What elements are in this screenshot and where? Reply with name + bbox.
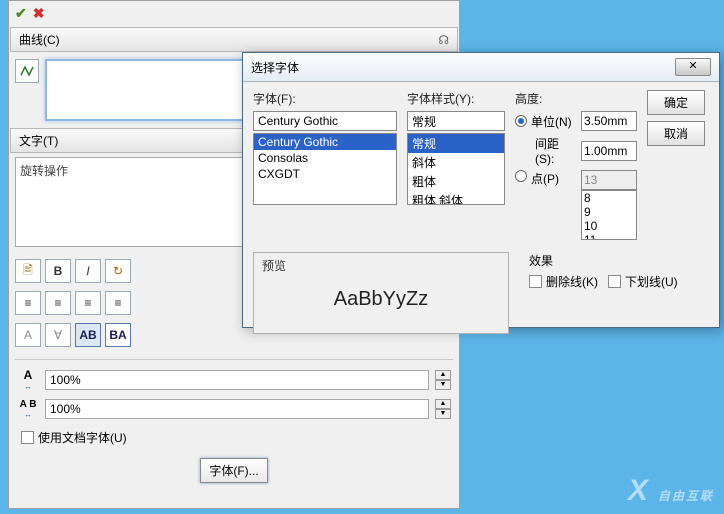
use-doc-font-row[interactable]: 使用文档字体(U) — [9, 423, 459, 452]
effects-label: 效果 — [529, 252, 709, 269]
points-listbox[interactable]: 8 9 10 11 — [581, 190, 637, 240]
list-item[interactable]: 粗体 — [408, 172, 504, 191]
points-radio[interactable] — [515, 170, 527, 182]
height-label: 高度: — [515, 90, 637, 107]
ok-icon[interactable]: ✔ — [15, 5, 27, 22]
style-button[interactable]: 🖹 — [15, 259, 41, 283]
list-item[interactable]: 11 — [582, 233, 636, 240]
style-label: 字体样式(Y): — [407, 90, 505, 107]
ab-mode-1-button[interactable]: AB — [75, 323, 101, 347]
strike-check-row[interactable]: 删除线(K) — [529, 273, 598, 290]
width-icon: A↔ — [17, 368, 39, 391]
list-item[interactable]: 常规 — [408, 134, 504, 153]
chevron-up-icon: ☊ — [438, 33, 449, 47]
font-listbox[interactable]: Century Gothic Consolas CXGDT — [253, 133, 397, 205]
list-item[interactable]: 9 — [582, 205, 636, 219]
list-item[interactable]: 8 — [582, 191, 636, 205]
points-radio-label: 点(P) — [531, 170, 577, 187]
curve-section-title: 曲线(C) — [19, 31, 60, 48]
preview-label: 预览 — [262, 257, 500, 274]
divider — [15, 359, 453, 360]
list-item[interactable]: CXGDT — [254, 166, 396, 182]
width-spinner[interactable]: ▲▼ — [435, 370, 451, 390]
unit-radio[interactable] — [515, 115, 527, 127]
spacing-percent-input[interactable] — [45, 399, 429, 419]
width-percent-row: A↔ ▲▼ — [9, 364, 459, 395]
font-input[interactable] — [253, 111, 397, 131]
underline-label: 下划线(U) — [625, 273, 678, 290]
spacing-input[interactable] — [581, 141, 637, 161]
dialog-titlebar[interactable]: 选择字体 ✕ — [243, 53, 719, 82]
dialog-title: 选择字体 — [251, 59, 299, 76]
confirm-bar: ✔ ✖ — [9, 1, 459, 26]
spacing-icon: A B↔ — [17, 399, 39, 419]
align-right-button[interactable]: ≡ — [75, 291, 101, 315]
flip-v-button[interactable]: A — [15, 323, 41, 347]
watermark: X 自由互联 — [628, 474, 714, 508]
close-button[interactable]: ✕ — [675, 58, 711, 76]
curve-tool-button[interactable] — [15, 59, 39, 83]
cancel-button[interactable]: 取消 — [647, 121, 705, 146]
bold-button[interactable]: B — [45, 259, 71, 283]
preview-sample: AaBbYyZz — [262, 288, 500, 311]
align-justify-button[interactable]: ≡ — [105, 291, 131, 315]
width-percent-input[interactable] — [45, 370, 429, 390]
align-center-button[interactable]: ≡ — [45, 291, 71, 315]
font-button[interactable]: 字体(F)... — [200, 458, 267, 483]
strike-checkbox[interactable] — [529, 275, 542, 288]
flip-h-button[interactable]: ∀ — [45, 323, 71, 347]
underline-check-row[interactable]: 下划线(U) — [608, 273, 678, 290]
rotate-button[interactable]: ↻ — [105, 259, 131, 283]
unit-radio-label: 单位(N) — [531, 113, 577, 130]
style-input[interactable] — [407, 111, 505, 131]
unit-input[interactable] — [581, 111, 637, 131]
underline-checkbox[interactable] — [608, 275, 621, 288]
text-section-title: 文字(T) — [19, 132, 58, 149]
curve-section-header[interactable]: 曲线(C) ☊ — [10, 27, 458, 52]
align-left-button[interactable]: ≡ — [15, 291, 41, 315]
use-doc-font-label: 使用文档字体(U) — [38, 429, 127, 446]
font-label: 字体(F): — [253, 90, 397, 107]
list-item[interactable]: 10 — [582, 219, 636, 233]
points-input — [581, 170, 637, 190]
spacing-label: 间距(S): — [535, 135, 577, 166]
list-item[interactable]: 斜体 — [408, 153, 504, 172]
use-doc-font-checkbox[interactable] — [21, 431, 34, 444]
style-listbox[interactable]: 常规 斜体 粗体 粗体 斜体 — [407, 133, 505, 205]
list-item[interactable]: Consolas — [254, 150, 396, 166]
ab-mode-2-button[interactable]: BA — [105, 323, 131, 347]
spacing-spinner[interactable]: ▲▼ — [435, 399, 451, 419]
ok-button[interactable]: 确定 — [647, 90, 705, 115]
cancel-icon[interactable]: ✖ — [33, 5, 45, 22]
spacing-percent-row: A B↔ ▲▼ — [9, 395, 459, 423]
curve-icon — [20, 64, 34, 78]
list-item[interactable]: 粗体 斜体 — [408, 191, 504, 205]
italic-button[interactable]: I — [75, 259, 101, 283]
strike-label: 删除线(K) — [546, 273, 598, 290]
font-dialog: 选择字体 ✕ 字体(F): Century Gothic Consolas CX… — [242, 52, 720, 328]
preview-box: 预览 AaBbYyZz — [253, 252, 509, 334]
list-item[interactable]: Century Gothic — [254, 134, 396, 150]
